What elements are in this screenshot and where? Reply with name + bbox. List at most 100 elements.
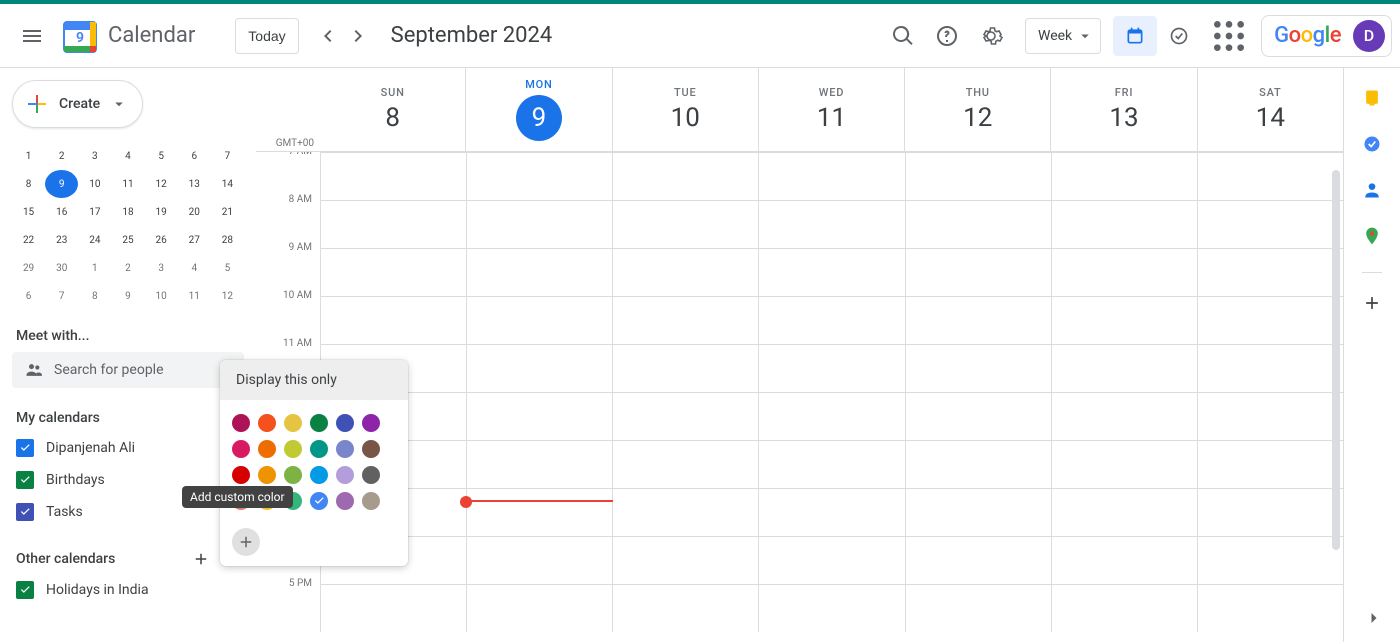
hour-cell[interactable] <box>466 440 612 488</box>
mini-cal-day[interactable]: 10 <box>145 282 178 310</box>
hour-cell[interactable] <box>1051 248 1197 296</box>
mini-cal-day[interactable]: 30 <box>45 254 78 282</box>
color-swatch[interactable] <box>232 466 250 484</box>
mini-cal-day[interactable]: 4 <box>111 142 144 170</box>
mini-cal-day[interactable]: 14 <box>211 170 244 198</box>
hour-cell[interactable] <box>612 536 758 584</box>
mini-cal-day[interactable]: 2 <box>45 142 78 170</box>
color-swatch[interactable] <box>284 414 302 432</box>
hour-cell[interactable] <box>905 392 1051 440</box>
mini-cal-day[interactable]: 9 <box>111 282 144 310</box>
hour-cell[interactable] <box>905 296 1051 344</box>
mini-cal-day[interactable]: 12 <box>145 170 178 198</box>
mini-cal-day[interactable]: 20 <box>178 198 211 226</box>
hour-cell[interactable] <box>612 200 758 248</box>
day-number[interactable]: 12 <box>963 103 992 133</box>
avatar[interactable]: D <box>1353 20 1385 52</box>
hour-cell[interactable] <box>905 488 1051 536</box>
hour-cell[interactable] <box>905 152 1051 200</box>
hour-cell[interactable] <box>1051 152 1197 200</box>
scrollbar[interactable] <box>1332 170 1340 550</box>
mini-cal-day[interactable]: 16 <box>45 198 78 226</box>
day-number[interactable]: 10 <box>671 103 700 133</box>
hour-cell[interactable] <box>1051 296 1197 344</box>
mini-cal-day[interactable]: 22 <box>12 226 45 254</box>
hour-cell[interactable] <box>1197 248 1343 296</box>
hour-cell[interactable] <box>466 248 612 296</box>
mini-cal-day[interactable]: 3 <box>145 254 178 282</box>
hour-cell[interactable] <box>1197 200 1343 248</box>
color-swatch[interactable] <box>232 414 250 432</box>
checkbox-icon[interactable] <box>16 439 34 457</box>
hour-cell[interactable] <box>1051 344 1197 392</box>
hour-cell[interactable] <box>1051 536 1197 584</box>
settings-button[interactable] <box>971 16 1011 56</box>
color-swatch[interactable] <box>310 492 328 510</box>
day-column-header[interactable]: SAT14 <box>1197 68 1343 151</box>
mini-cal-day[interactable]: 12 <box>211 282 244 310</box>
mini-cal-day[interactable]: 18 <box>111 198 144 226</box>
hour-cell[interactable] <box>612 440 758 488</box>
hour-cell[interactable] <box>758 296 904 344</box>
tasks-view-toggle[interactable] <box>1157 16 1201 56</box>
mini-cal-day[interactable]: 1 <box>78 254 111 282</box>
mini-cal-day[interactable]: 24 <box>78 226 111 254</box>
hour-cell[interactable] <box>758 152 904 200</box>
color-swatch[interactable] <box>258 414 276 432</box>
color-swatch[interactable] <box>362 414 380 432</box>
google-apps-button[interactable] <box>1209 16 1249 56</box>
hour-cell[interactable] <box>612 248 758 296</box>
color-swatch[interactable] <box>310 466 328 484</box>
hour-cell[interactable] <box>320 200 466 248</box>
hour-cell[interactable] <box>1051 440 1197 488</box>
time-grid[interactable]: 7 AM8 AM9 AM10 AM11 AM5 PM <box>256 152 1343 642</box>
hour-cell[interactable] <box>758 584 904 632</box>
mini-cal-day[interactable]: 29 <box>12 254 45 282</box>
mini-cal-day[interactable]: 4 <box>178 254 211 282</box>
color-swatch[interactable] <box>258 466 276 484</box>
hour-cell[interactable] <box>1051 584 1197 632</box>
mini-cal-day[interactable]: 17 <box>78 198 111 226</box>
hour-cell[interactable] <box>466 536 612 584</box>
hour-cell[interactable] <box>466 392 612 440</box>
mini-cal-day[interactable]: 21 <box>211 198 244 226</box>
mini-cal-day[interactable]: 5 <box>211 254 244 282</box>
day-column-header[interactable]: SUN8 <box>320 68 465 151</box>
hour-cell[interactable] <box>1051 488 1197 536</box>
next-period-button[interactable] <box>343 20 375 52</box>
search-people-input[interactable]: Search for people <box>12 352 244 388</box>
mini-cal-day[interactable]: 28 <box>211 226 244 254</box>
create-button[interactable]: Create <box>12 80 143 128</box>
hour-cell[interactable] <box>758 536 904 584</box>
hour-cell[interactable] <box>758 200 904 248</box>
view-switcher[interactable]: Week <box>1025 18 1101 54</box>
main-menu-button[interactable] <box>8 12 56 60</box>
mini-cal-day[interactable]: 8 <box>78 282 111 310</box>
calendar-list-item[interactable]: Holidays in India <box>12 574 244 606</box>
hour-cell[interactable] <box>1197 392 1343 440</box>
mini-cal-day[interactable]: 8 <box>12 170 45 198</box>
hour-cell[interactable] <box>320 584 466 632</box>
hour-cell[interactable] <box>905 440 1051 488</box>
hour-cell[interactable] <box>612 296 758 344</box>
calendar-list-item[interactable]: Dipanjenah Ali <box>12 432 244 464</box>
hour-cell[interactable] <box>905 248 1051 296</box>
day-column-header[interactable]: FRI13 <box>1050 68 1196 151</box>
color-swatch[interactable] <box>284 440 302 458</box>
mini-cal-day[interactable]: 3 <box>78 142 111 170</box>
color-swatch[interactable] <box>310 440 328 458</box>
mini-cal-day[interactable]: 25 <box>111 226 144 254</box>
mini-cal-day[interactable]: 10 <box>78 170 111 198</box>
color-swatch[interactable] <box>310 414 328 432</box>
hour-cell[interactable] <box>1197 344 1343 392</box>
calendar-grid[interactable]: GMT+00 SUN8MON9TUE10WED11THU12FRI13SAT14… <box>256 68 1344 642</box>
mini-calendar[interactable]: 1234567891011121314151617181920212223242… <box>12 142 244 310</box>
hour-cell[interactable] <box>905 200 1051 248</box>
mini-cal-day[interactable]: 1 <box>12 142 45 170</box>
hour-cell[interactable] <box>612 152 758 200</box>
color-swatch[interactable] <box>284 466 302 484</box>
display-only-option[interactable]: Display this only <box>220 360 408 400</box>
color-swatch[interactable] <box>232 440 250 458</box>
mini-cal-day[interactable]: 26 <box>145 226 178 254</box>
hour-cell[interactable] <box>466 200 612 248</box>
